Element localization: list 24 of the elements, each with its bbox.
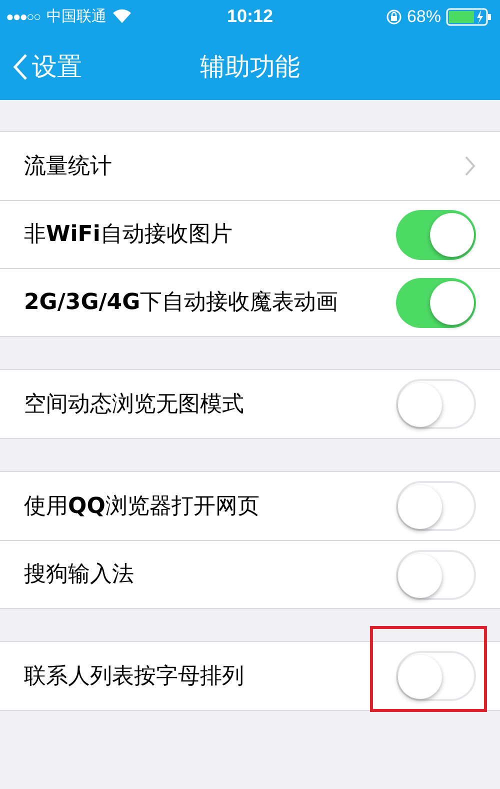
setting-label: 空间动态浏览无图模式 <box>24 390 244 418</box>
toggle-switch[interactable] <box>396 550 476 600</box>
setting-label: 搜狗输入法 <box>24 561 134 589</box>
setting-label: 2G/3G/4G下自动接收魔表动画 <box>24 289 338 317</box>
toggle-switch[interactable] <box>396 651 476 701</box>
setting-label: 使用QQ浏览器打开网页 <box>24 492 260 520</box>
battery-icon <box>446 8 494 26</box>
signal-strength: ●●●○○ <box>6 8 40 26</box>
battery-percentage: 68% <box>406 6 441 28</box>
setting-label: 联系人列表按字母排列 <box>24 662 244 690</box>
rotation-lock-icon <box>386 8 402 24</box>
toggle-switch[interactable] <box>396 278 476 328</box>
page-title: 辅助功能 <box>200 50 300 83</box>
setting-label: 非WiFi自动接收图片 <box>24 221 232 249</box>
setting-label: 流量统计 <box>24 152 113 180</box>
chevron-right-icon[interactable] <box>464 155 476 177</box>
wifi-icon <box>112 9 132 24</box>
back-button[interactable]: 设置 <box>0 48 82 86</box>
toggle-switch[interactable] <box>396 481 476 531</box>
clock-time: 10:12 <box>226 5 274 28</box>
toggle-switch[interactable] <box>396 379 476 429</box>
toggle-switch[interactable] <box>396 210 476 260</box>
carrier-name: 中国联通 <box>46 6 106 28</box>
chevron-left-icon <box>12 52 28 80</box>
